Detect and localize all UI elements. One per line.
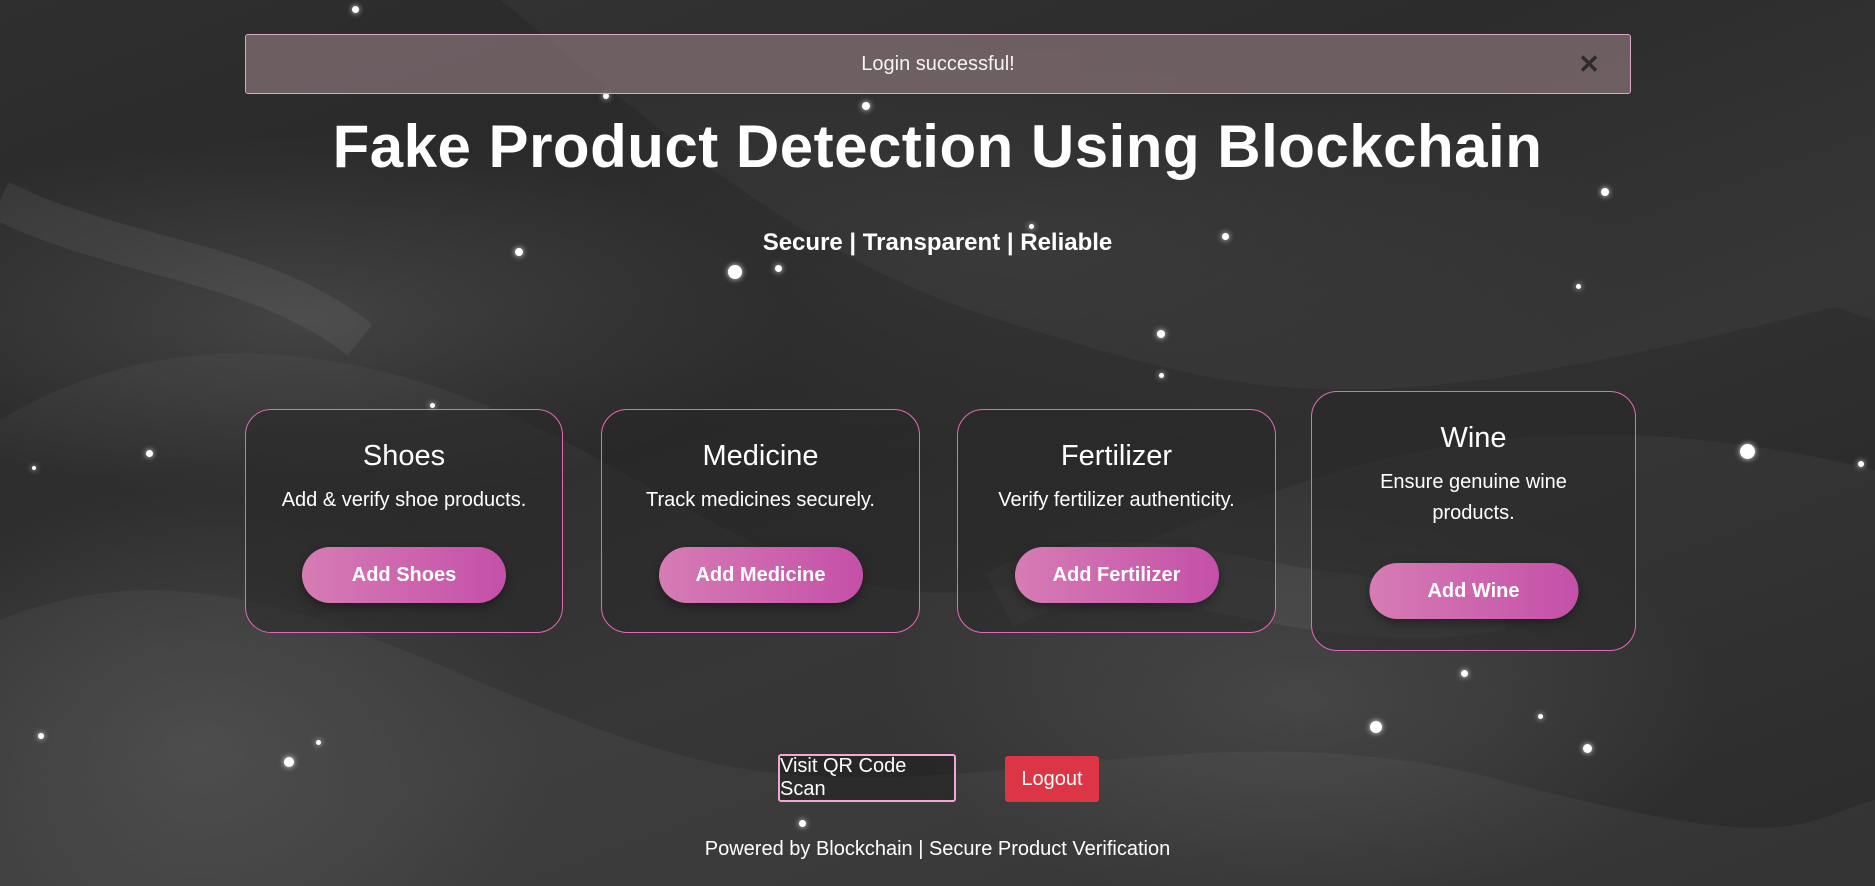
page-title: Fake Product Detection Using Blockchain bbox=[332, 113, 1543, 180]
card-title: Shoes bbox=[362, 440, 446, 472]
card-title: Wine bbox=[1440, 422, 1507, 454]
star-decoration bbox=[1461, 670, 1468, 677]
star-decoration bbox=[1583, 744, 1592, 753]
star-decoration bbox=[728, 265, 742, 279]
star-decoration bbox=[1370, 721, 1382, 733]
star-decoration bbox=[146, 450, 153, 457]
close-icon[interactable]: ✕ bbox=[1574, 49, 1604, 79]
card-description: Add & verify shoe products. bbox=[281, 489, 527, 511]
add-fertilizer-button[interactable]: Add Fertilizer bbox=[1014, 547, 1219, 603]
qr-code-scan-button[interactable]: Visit QR Code Scan bbox=[778, 754, 956, 802]
card-wine: Wine Ensure genuine wine products. Add W… bbox=[1311, 391, 1636, 651]
add-shoes-button[interactable]: Add Shoes bbox=[302, 547, 506, 603]
star-decoration bbox=[284, 757, 294, 767]
star-decoration bbox=[1159, 373, 1164, 378]
card-title: Medicine bbox=[702, 440, 819, 472]
star-decoration bbox=[316, 740, 321, 745]
logout-button[interactable]: Logout bbox=[1005, 756, 1099, 802]
login-success-alert: Login successful! ✕ bbox=[245, 34, 1631, 94]
star-decoration bbox=[38, 733, 44, 739]
add-medicine-button[interactable]: Add Medicine bbox=[658, 547, 863, 603]
star-decoration bbox=[1157, 330, 1165, 338]
star-decoration bbox=[799, 820, 806, 827]
star-decoration bbox=[1538, 714, 1543, 719]
card-description: Ensure genuine wine products. bbox=[1380, 471, 1567, 524]
alert-message: Login successful! bbox=[861, 52, 1015, 75]
card-medicine: Medicine Track medicines securely. Add M… bbox=[601, 409, 920, 633]
star-decoration bbox=[430, 403, 435, 408]
card-shoes: Shoes Add & verify shoe products. Add Sh… bbox=[245, 409, 563, 633]
page-tagline: Secure | Transparent | Reliable bbox=[762, 229, 1113, 256]
card-description: Verify fertilizer authenticity. bbox=[998, 489, 1235, 511]
star-decoration bbox=[1601, 188, 1609, 196]
star-decoration bbox=[862, 102, 870, 110]
add-wine-button[interactable]: Add Wine bbox=[1369, 563, 1578, 619]
card-description: Track medicines securely. bbox=[646, 489, 875, 511]
star-decoration bbox=[32, 466, 36, 470]
star-decoration bbox=[1858, 461, 1864, 467]
card-title: Fertilizer bbox=[1060, 440, 1173, 472]
card-fertilizer: Fertilizer Verify fertilizer authenticit… bbox=[957, 409, 1276, 633]
star-decoration bbox=[1740, 444, 1755, 459]
footer-text: Powered by Blockchain | Secure Product V… bbox=[704, 838, 1171, 860]
star-decoration bbox=[775, 265, 782, 272]
star-decoration bbox=[1576, 284, 1581, 289]
star-decoration bbox=[352, 6, 359, 13]
